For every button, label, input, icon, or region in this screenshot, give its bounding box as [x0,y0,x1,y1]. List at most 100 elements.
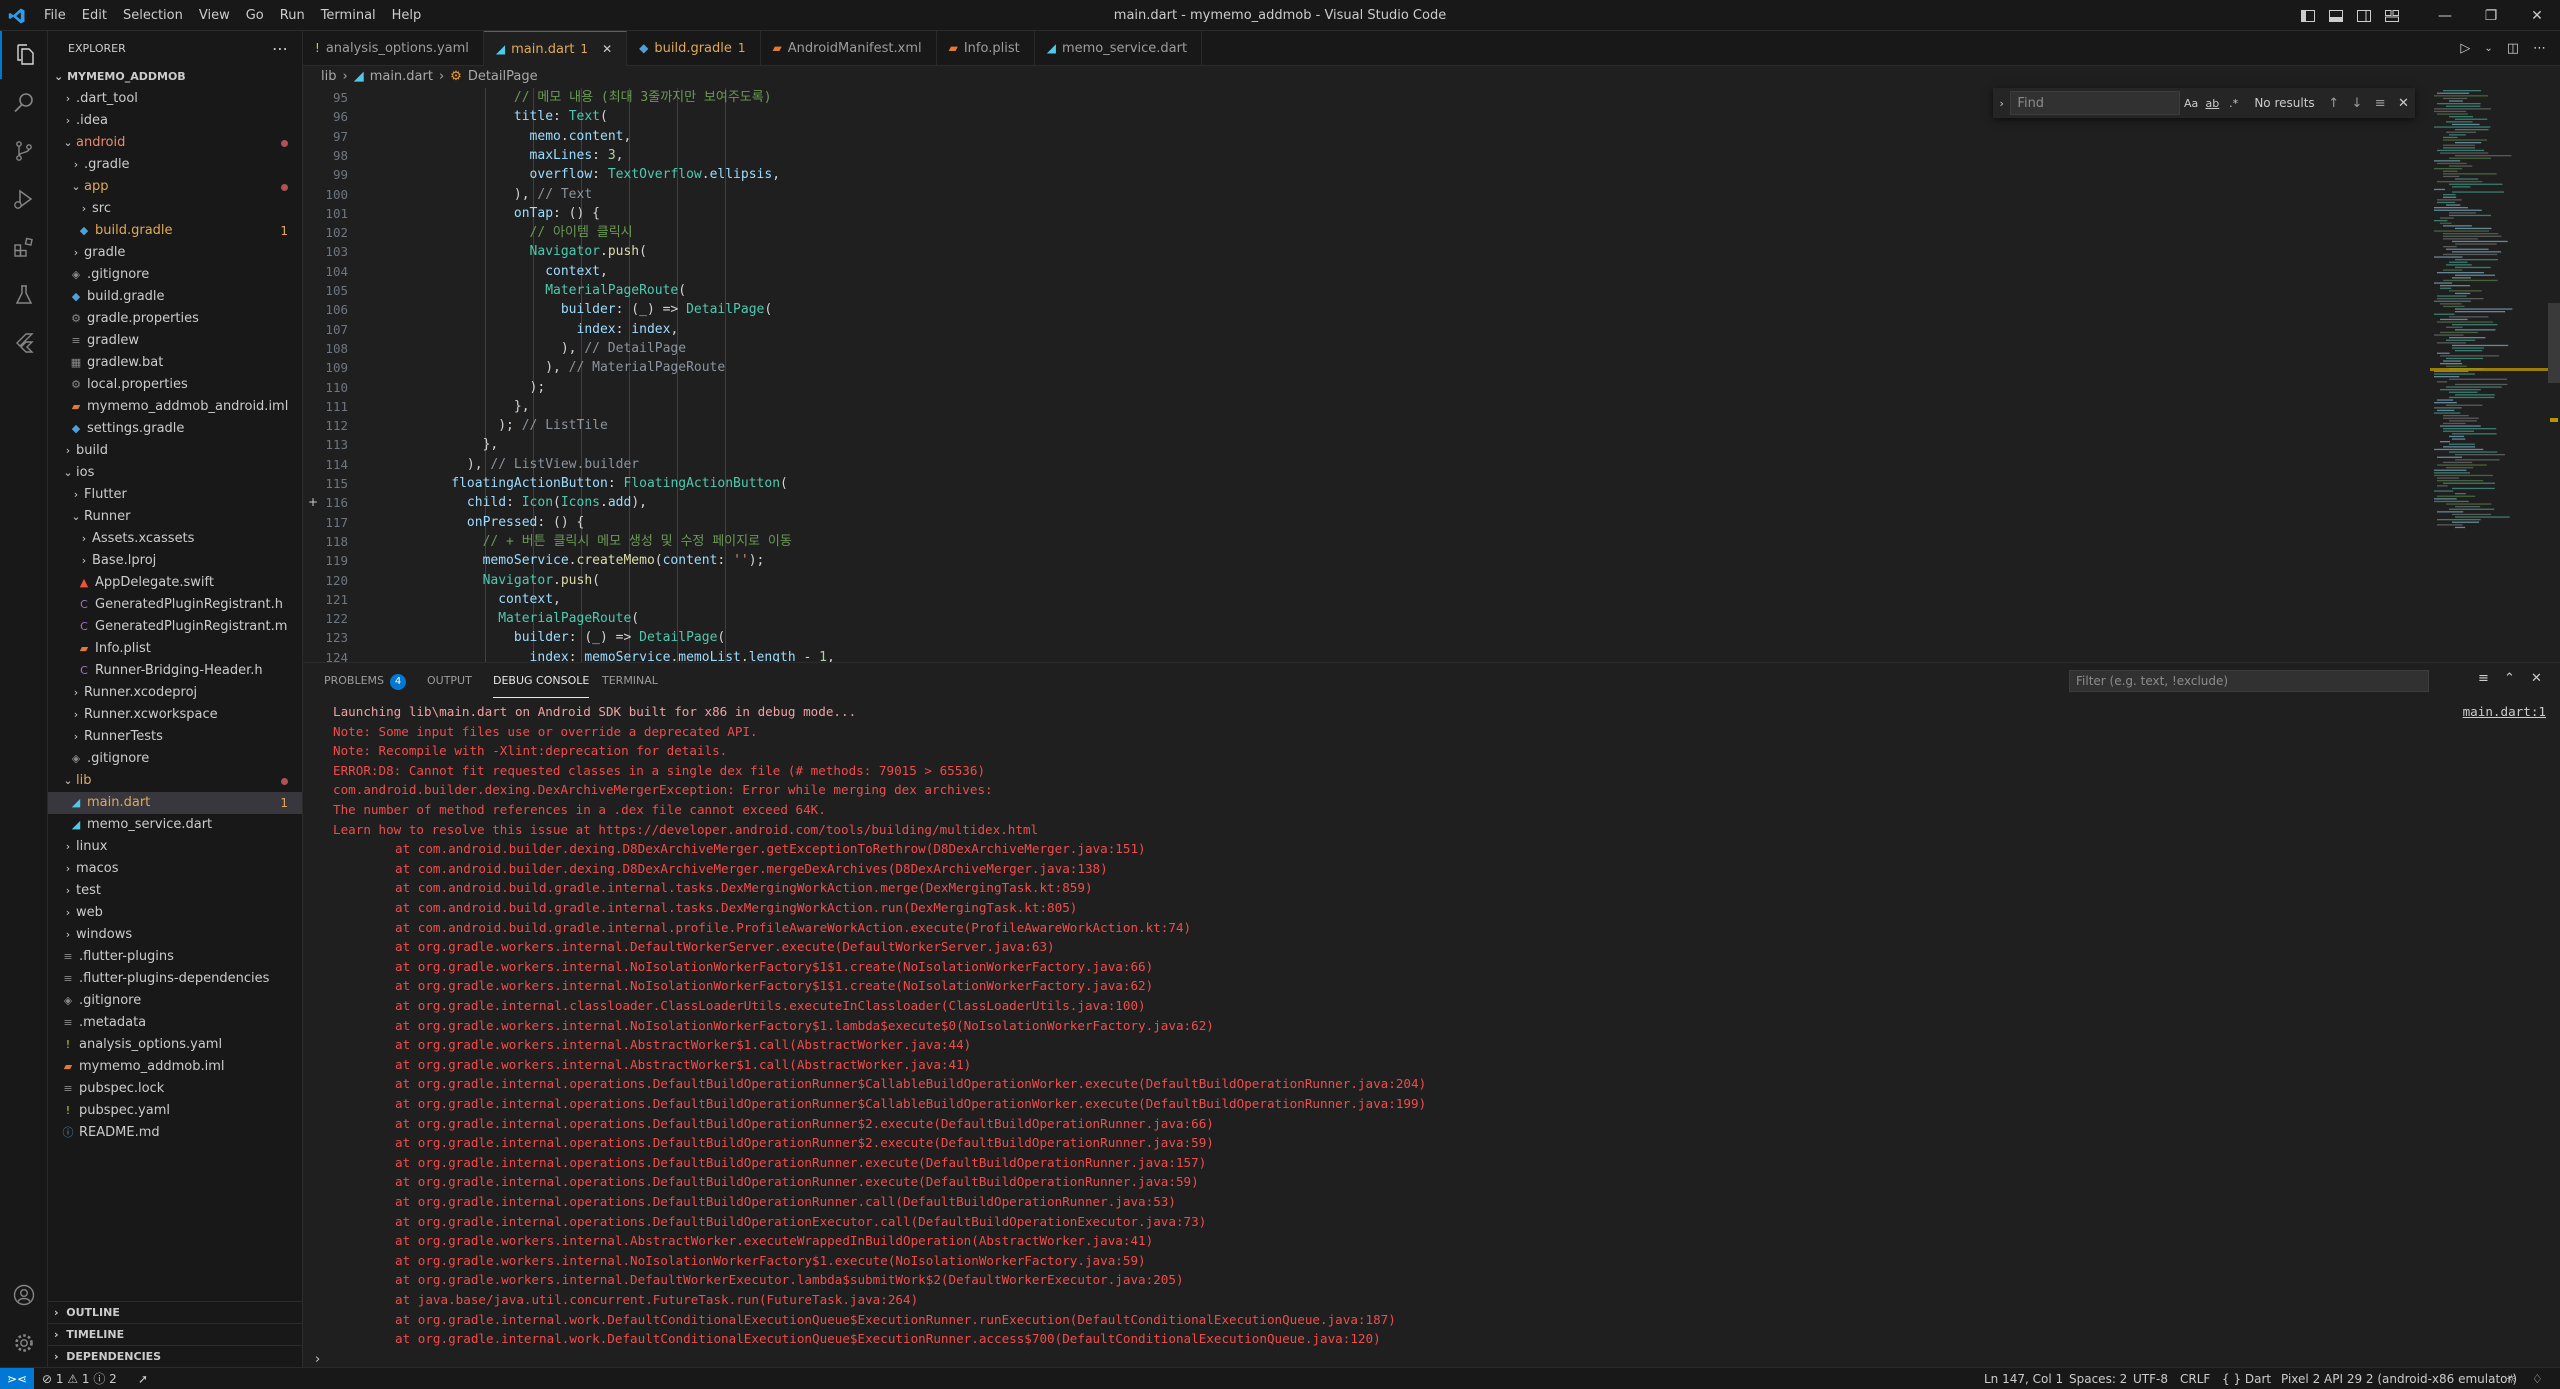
console-filter-input[interactable] [2069,670,2429,692]
tree-file[interactable]: ▦ gradlew.bat [48,352,302,374]
tree-file[interactable]: C GeneratedPluginRegistrant.h [48,594,302,616]
editor-tab[interactable]: ▰ AndroidManifest.xml [761,31,937,66]
tree-folder[interactable]: ⌄ ios [48,462,302,484]
tree-file[interactable]: ⚙ local.properties [48,374,302,396]
tree-file[interactable]: ⓘ README.md [48,1122,302,1144]
tree-folder[interactable]: › build [48,440,302,462]
breadcrumb-symbol[interactable]: DetailPage [468,66,538,88]
editor-tab[interactable]: ▰ Info.plist [937,31,1035,66]
tree-folder[interactable]: › Runner.xcodeproj [48,682,302,704]
tree-folder[interactable]: › linux [48,836,302,858]
accounts-icon[interactable] [0,1271,48,1319]
indentation-status[interactable]: Spaces: 2 [2069,1368,2127,1389]
breadcrumb-folder[interactable]: lib [321,66,336,88]
tab-debug-console[interactable]: DEBUG CONSOLE [493,663,590,698]
tree-folder[interactable]: › .idea [48,110,302,132]
extensions-icon[interactable] [0,223,48,271]
tree-file[interactable]: ⚙ gradle.properties [48,308,302,330]
editor-tab[interactable]: ◆ build.gradle 1 [627,31,761,66]
close-icon[interactable]: ✕ [602,32,612,67]
source-control-icon[interactable] [0,127,48,175]
tree-folder[interactable]: › RunnerTests [48,726,302,748]
remote-indicator-icon[interactable]: ⋗⋖ [0,1368,34,1389]
language-mode[interactable]: { } Dart [2222,1368,2271,1389]
flutter-icon[interactable] [0,319,48,367]
settings-gear-icon[interactable] [0,1319,48,1367]
tree-folder[interactable]: › windows [48,924,302,946]
tree-file[interactable]: ≡ .flutter-plugins [48,946,302,968]
tree-folder[interactable]: › Base.lproj [48,550,302,572]
code-editor[interactable]: 95 // 메모 내용 (최대 3줄까지만 보여주도록) 96 title: Te… [303,88,2560,662]
toggle-secondary-sidebar-icon[interactable] [2350,0,2378,31]
live-share-icon[interactable]: ➚ [138,1368,148,1389]
tree-file[interactable]: C Runner-Bridging-Header.h [48,660,302,682]
tree-folder[interactable]: ⌄ Runner [48,506,302,528]
encoding-status[interactable]: UTF-8 [2133,1368,2168,1389]
tree-file[interactable]: ▰ mymemo_addmob.iml [48,1056,302,1078]
split-editor-icon[interactable]: ◫ [2507,41,2519,56]
tree-folder[interactable]: › Runner.xcworkspace [48,704,302,726]
tree-file[interactable]: ▰ mymemo_addmob_android.iml [48,396,302,418]
tree-file[interactable]: ▰ Info.plist [48,638,302,660]
use-regex-toggle[interactable]: .* [2223,97,2244,110]
find-in-selection-icon[interactable]: ≡ [2369,96,2392,111]
tree-file[interactable]: ◆ build.gradle [48,286,302,308]
match-case-toggle[interactable]: Aa [2180,97,2201,110]
tree-file[interactable]: ◈ .gitignore [48,748,302,770]
tree-folder[interactable]: › .gradle [48,154,302,176]
tree-folder[interactable]: ⌄ app [48,176,302,198]
tree-folder[interactable]: › web [48,902,302,924]
menu-view[interactable]: View [191,0,238,31]
tree-file[interactable]: ◆ settings.gradle [48,418,302,440]
tree-folder[interactable]: › test [48,880,302,902]
tree-file[interactable]: ! analysis_options.yaml [48,1034,302,1056]
tree-folder[interactable]: › Assets.xcassets [48,528,302,550]
tree-folder[interactable]: › src [48,198,302,220]
notifications-bell-icon[interactable]: ♢ [2532,1368,2543,1389]
toggle-replace-icon[interactable]: › [1993,97,2010,110]
tree-folder[interactable]: › .dart_tool [48,88,302,110]
maximize-panel-icon[interactable]: ⌃ [2504,671,2515,686]
chevron-down-icon[interactable]: ⌄ [2484,43,2492,54]
editor-tab[interactable]: ◢ memo_service.dart [1035,31,1203,66]
menu-run[interactable]: Run [272,0,313,31]
previous-match-icon[interactable]: ↑ [2322,96,2345,111]
close-icon[interactable]: ✕ [2392,96,2415,111]
run-and-debug-icon[interactable] [0,175,48,223]
tree-folder[interactable]: › macos [48,858,302,880]
customize-layout-icon[interactable] [2378,0,2406,31]
dependencies-section[interactable]: › DEPENDENCIES [48,1345,303,1367]
tree-file[interactable]: C GeneratedPluginRegistrant.m [48,616,302,638]
tree-file[interactable]: ≡ .flutter-plugins-dependencies [48,968,302,990]
tree-file[interactable]: ≡ pubspec.lock [48,1078,302,1100]
tree-folder[interactable]: › Flutter [48,484,302,506]
workspace-root-folder[interactable]: ⌄ MYMEMO_ADDMOB [48,66,302,88]
fold-icon[interactable]: + [308,493,318,512]
tree-folder[interactable]: ⌄ android [48,132,302,154]
tree-file[interactable]: ◢ memo_service.dart [48,814,302,836]
explorer-icon[interactable] [0,31,48,79]
device-selector[interactable]: Pixel 2 API 29 2 (android-x86 emulator) [2281,1368,2517,1389]
cursor-position[interactable]: Ln 147, Col 1 [1984,1368,2063,1389]
menu-terminal[interactable]: Terminal [313,0,384,31]
restore-button[interactable]: ❐ [2468,0,2514,31]
copilot-icon[interactable]: ☼ [2506,1368,2517,1389]
editor-scrollbar[interactable] [2548,88,2560,662]
toggle-primary-sidebar-icon[interactable] [2294,0,2322,31]
menu-help[interactable]: Help [384,0,430,31]
run-icon[interactable]: ▷ [2460,41,2470,56]
tree-file[interactable]: ◈ .gitignore [48,264,302,286]
editor-tab[interactable]: ! analysis_options.yaml [303,31,484,66]
find-input[interactable] [2010,91,2181,115]
more-actions-icon[interactable]: ⋯ [272,31,288,66]
tree-folder[interactable]: ⌄ lib [48,770,302,792]
scrollbar-thumb[interactable] [2548,303,2560,383]
timeline-section[interactable]: › TIMELINE [48,1323,303,1345]
console-input-prompt[interactable]: › [315,1352,320,1367]
menu-edit[interactable]: Edit [74,0,115,31]
tree-folder[interactable]: › gradle [48,242,302,264]
tab-problems[interactable]: PROBLEMS 4 [324,663,407,698]
clear-console-icon[interactable]: ≡ [2478,671,2489,686]
tree-file[interactable]: ≡ gradlew [48,330,302,352]
problems-status[interactable]: ⊘ 1 ⚠ 1 ⓘ 2 [42,1368,117,1389]
